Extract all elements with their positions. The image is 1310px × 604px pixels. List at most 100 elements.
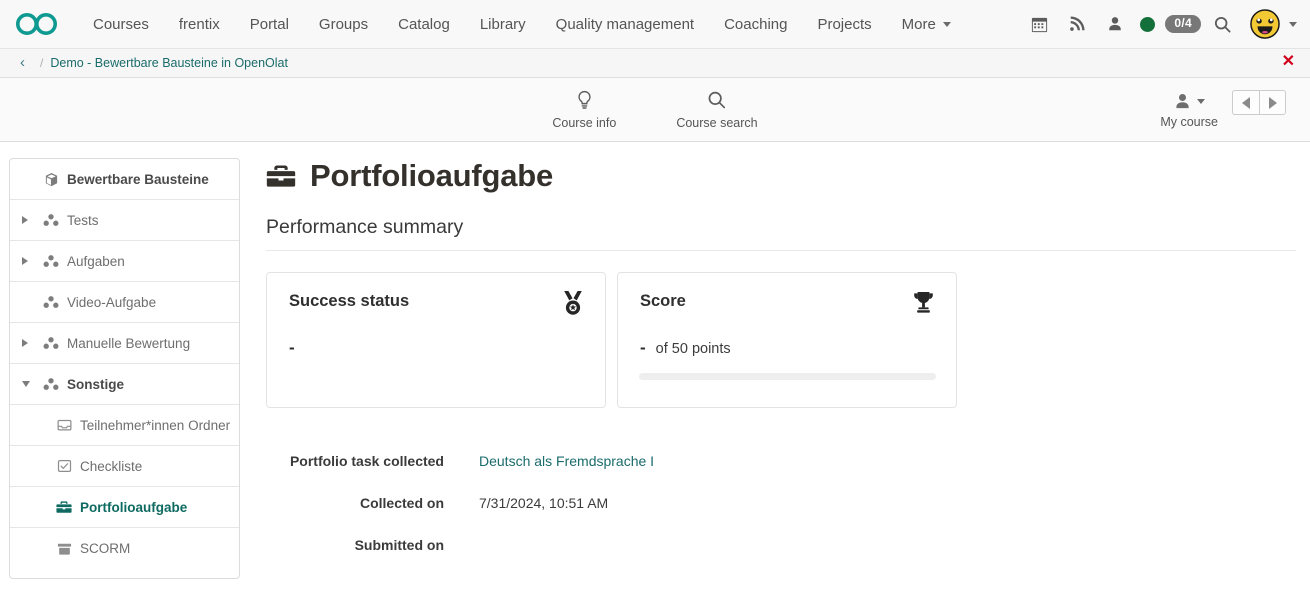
trophy-icon [911, 290, 936, 320]
cube-icon [42, 172, 60, 187]
nav-courses[interactable]: Courses [78, 10, 164, 39]
portfolio-task-link[interactable]: Deutsch als Fremdsprache I [458, 453, 654, 469]
sidebar-item-sonstige[interactable]: Sonstige [10, 364, 239, 405]
course-search-label: Course search [676, 116, 757, 130]
chevron-down-icon [1197, 99, 1205, 104]
search-icon[interactable] [1205, 7, 1239, 41]
structure-icon [42, 336, 60, 350]
chevron-down-icon [943, 22, 951, 27]
sidebar-item-aufgaben[interactable]: Aufgaben [10, 241, 239, 282]
notification-count-badge[interactable]: 0/4 [1165, 15, 1201, 33]
nav-catalog[interactable]: Catalog [383, 10, 465, 39]
score-value: - [640, 338, 646, 358]
nav-portal[interactable]: Portal [235, 10, 304, 39]
sidebar-item-label: Portfolioaufgabe [80, 500, 187, 515]
sidebar-item-label: Teilnehmer*innen Ordner [80, 418, 230, 433]
submitted-on-value [458, 537, 479, 553]
sidebar-item-portfolioaufgabe[interactable]: Portfolioaufgabe [10, 487, 239, 528]
nav-quality-management[interactable]: Quality management [541, 10, 709, 39]
toggle-slot[interactable] [22, 216, 35, 224]
sidebar-item-label: Video-Aufgabe [67, 295, 156, 310]
card-title: Score [640, 292, 934, 311]
toolbar-right-actions: My course [1160, 90, 1286, 129]
top-nav-actions: 0/4 [1022, 7, 1297, 41]
course-node-pager [1232, 90, 1286, 115]
nav-frentix[interactable]: frentix [164, 10, 235, 39]
structure-icon [42, 377, 60, 391]
next-node-button[interactable] [1259, 90, 1286, 115]
course-info-button[interactable]: Course info [548, 87, 620, 132]
breadcrumb: ‹ / Demo - Bewertbare Bausteine in OpenO… [0, 49, 1310, 78]
course-info-label: Course info [552, 116, 616, 130]
score-max-label: of 50 points [656, 341, 731, 357]
user-icon[interactable] [1098, 7, 1132, 41]
detail-label: Collected on [266, 495, 458, 511]
user-menu[interactable] [1250, 9, 1297, 39]
detail-list: Portfolio task collected Deutsch als Fre… [266, 453, 1296, 553]
sidebar-item-label: Manuelle Bewertung [67, 336, 190, 351]
nav-library[interactable]: Library [465, 10, 541, 39]
nav-groups[interactable]: Groups [304, 10, 383, 39]
briefcase-icon [55, 500, 73, 514]
course-search-button[interactable]: Course search [672, 87, 761, 132]
previous-node-button[interactable] [1232, 90, 1259, 115]
chevron-right-icon [1269, 97, 1277, 109]
breadcrumb-back-icon[interactable]: ‹ [14, 53, 31, 74]
checkbox-icon [55, 459, 73, 473]
success-status-value: - [289, 338, 295, 358]
toggle-slot[interactable] [22, 339, 35, 347]
my-course-menu[interactable]: My course [1160, 92, 1218, 129]
briefcase-icon [266, 163, 296, 189]
breadcrumb-course-link[interactable]: Demo - Bewertbare Bausteine in OpenOlat [50, 56, 288, 70]
sidebar-item-bewertbare-bausteine[interactable]: Bewertbare Bausteine [10, 159, 239, 200]
toggle-slot[interactable] [22, 257, 35, 265]
collected-on-value: 7/31/2024, 10:51 AM [458, 495, 608, 511]
chevron-left-icon [1242, 97, 1250, 109]
close-icon[interactable]: ✕ [1277, 52, 1300, 74]
summary-cards: Success status - Score [266, 272, 1296, 408]
detail-label: Portfolio task collected [266, 453, 458, 469]
main-content: Portfolioaufgabe Performance summary Suc… [240, 158, 1310, 579]
breadcrumb-separator: / [40, 56, 43, 70]
card-value-row: - [289, 338, 583, 358]
sidebar-item-label: Aufgaben [67, 254, 125, 269]
primary-nav-list: Courses frentix Portal Groups Catalog Li… [78, 10, 1022, 39]
sidebar-item-tests[interactable]: Tests [10, 200, 239, 241]
nav-more-menu[interactable]: More [887, 10, 966, 39]
awesome-face-avatar [1250, 9, 1280, 39]
section-title: Performance summary [266, 202, 1296, 251]
top-navigation-bar: Courses frentix Portal Groups Catalog Li… [0, 0, 1310, 49]
nav-coaching[interactable]: Coaching [709, 10, 802, 39]
folder-icon [55, 418, 73, 432]
sidebar-item-label: Sonstige [67, 377, 124, 392]
toolbar-center-actions: Course info Course search [0, 87, 1310, 132]
chevron-down-icon [1289, 22, 1297, 27]
score-progress-bar [639, 373, 936, 380]
my-course-label: My course [1160, 115, 1218, 129]
sidebar-item-checkliste[interactable]: Checkliste [10, 446, 239, 487]
chevron-down-icon [22, 381, 30, 387]
course-toolbar: Course info Course search My course [0, 78, 1310, 142]
course-tree-sidebar: Bewertbare Bausteine Tests Aufgaben [9, 158, 240, 579]
calendar-icon[interactable] [1022, 7, 1056, 41]
rss-icon[interactable] [1060, 7, 1094, 41]
nav-projects[interactable]: Projects [802, 10, 886, 39]
sidebar-item-label: Bewertbare Bausteine [67, 172, 209, 187]
openolat-infinity-logo[interactable] [14, 9, 60, 39]
sidebar-item-label: SCORM [80, 541, 130, 556]
user-icon [1173, 92, 1192, 111]
detail-row-submitted-on: Submitted on [266, 537, 1296, 553]
detail-row-collected-on: Collected on 7/31/2024, 10:51 AM [266, 495, 1296, 511]
online-status-dot [1140, 17, 1155, 32]
sidebar-item-label: Tests [67, 213, 99, 228]
card-title: Success status [289, 292, 583, 311]
structure-icon [42, 295, 60, 309]
sidebar-item-label: Checkliste [80, 459, 142, 474]
sidebar-item-teilnehmer-ordner[interactable]: Teilnehmer*innen Ordner [10, 405, 239, 446]
structure-icon [42, 213, 60, 227]
detail-label: Submitted on [266, 537, 458, 553]
sidebar-item-manuelle-bewertung[interactable]: Manuelle Bewertung [10, 323, 239, 364]
sidebar-item-video-aufgabe[interactable]: Video-Aufgabe [10, 282, 239, 323]
sidebar-item-scorm[interactable]: SCORM [10, 528, 239, 569]
toggle-slot[interactable] [22, 381, 35, 387]
